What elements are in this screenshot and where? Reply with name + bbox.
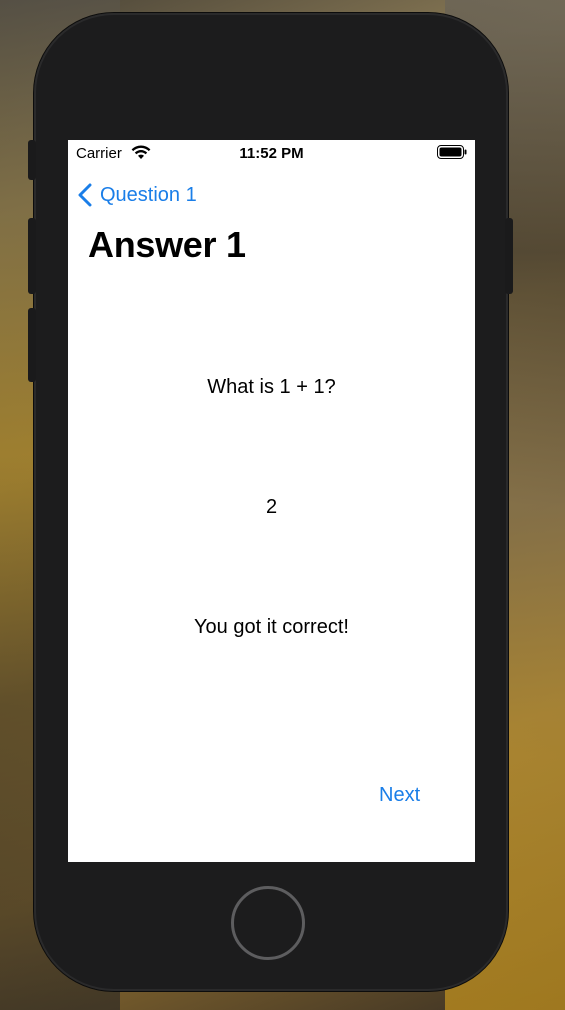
status-time: 11:52 PM bbox=[239, 145, 304, 162]
power-button bbox=[505, 218, 513, 294]
volume-down-button bbox=[28, 308, 36, 382]
mute-switch bbox=[28, 140, 36, 180]
battery-icon bbox=[437, 145, 467, 159]
app-screen: Carrier 11:52 PM Question 1 Answer 1 Wha… bbox=[68, 140, 475, 862]
next-button[interactable]: Next bbox=[379, 784, 439, 807]
back-button[interactable]: Question 1 bbox=[78, 180, 197, 210]
volume-up-button bbox=[28, 218, 36, 294]
back-button-label: Question 1 bbox=[100, 183, 197, 206]
answer-label: 2 bbox=[265, 496, 278, 518]
home-button[interactable] bbox=[231, 886, 305, 960]
result-label: You got it correct! bbox=[194, 616, 349, 638]
question-label: What is 1 + 1? bbox=[207, 376, 336, 398]
chevron-left-icon bbox=[78, 183, 92, 207]
status-bar: Carrier 11:52 PM bbox=[68, 140, 475, 166]
page-title: Answer 1 bbox=[88, 224, 246, 265]
